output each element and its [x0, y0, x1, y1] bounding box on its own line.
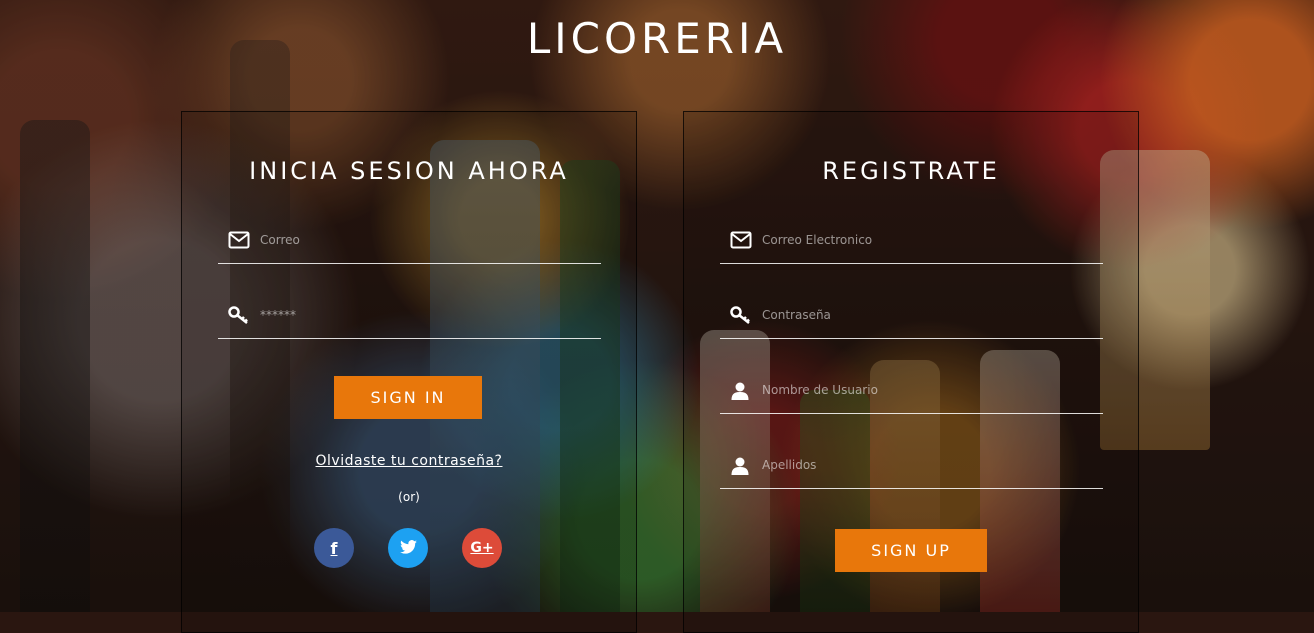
envelope-icon — [730, 231, 752, 251]
register-heading: REGISTRATE — [822, 157, 1000, 185]
sign-in-button[interactable]: SIGN IN — [334, 376, 482, 419]
key-icon — [228, 306, 250, 326]
register-password-input[interactable] — [762, 304, 1082, 326]
user-icon — [730, 381, 752, 401]
forgot-password-link[interactable]: Olvidaste tu contraseña? — [182, 453, 636, 469]
register-password-field-row — [720, 298, 1103, 339]
sign-up-button[interactable]: SIGN UP — [835, 529, 987, 572]
login-email-input[interactable] — [260, 229, 580, 251]
login-heading: INICIA SESION AHORA — [249, 157, 569, 185]
key-icon — [730, 306, 752, 326]
twitter-icon — [399, 539, 417, 558]
register-email-field-row — [720, 223, 1103, 264]
register-lastname-input[interactable] — [762, 454, 1082, 476]
google-plus-icon: G+ — [470, 540, 494, 556]
facebook-button[interactable]: f — [314, 528, 354, 568]
user-icon — [730, 456, 752, 476]
facebook-icon: f — [330, 538, 338, 558]
twitter-button[interactable] — [388, 528, 428, 568]
register-panel: REGISTRATE SIGN UP — [683, 111, 1139, 633]
login-email-field-row — [218, 223, 601, 264]
or-separator: (or) — [398, 490, 420, 504]
login-password-field-row — [218, 298, 601, 339]
register-email-input[interactable] — [762, 229, 1082, 251]
app-title: LICORERIA — [526, 14, 788, 63]
register-lastname-field-row — [720, 448, 1103, 489]
google-plus-button[interactable]: G+ — [462, 528, 502, 568]
login-password-input[interactable] — [260, 304, 580, 326]
register-username-field-row — [720, 373, 1103, 414]
envelope-icon — [228, 231, 250, 251]
register-username-input[interactable] — [762, 379, 1082, 401]
login-panel: INICIA SESION AHORA SIGN IN Olvidaste tu… — [181, 111, 637, 633]
